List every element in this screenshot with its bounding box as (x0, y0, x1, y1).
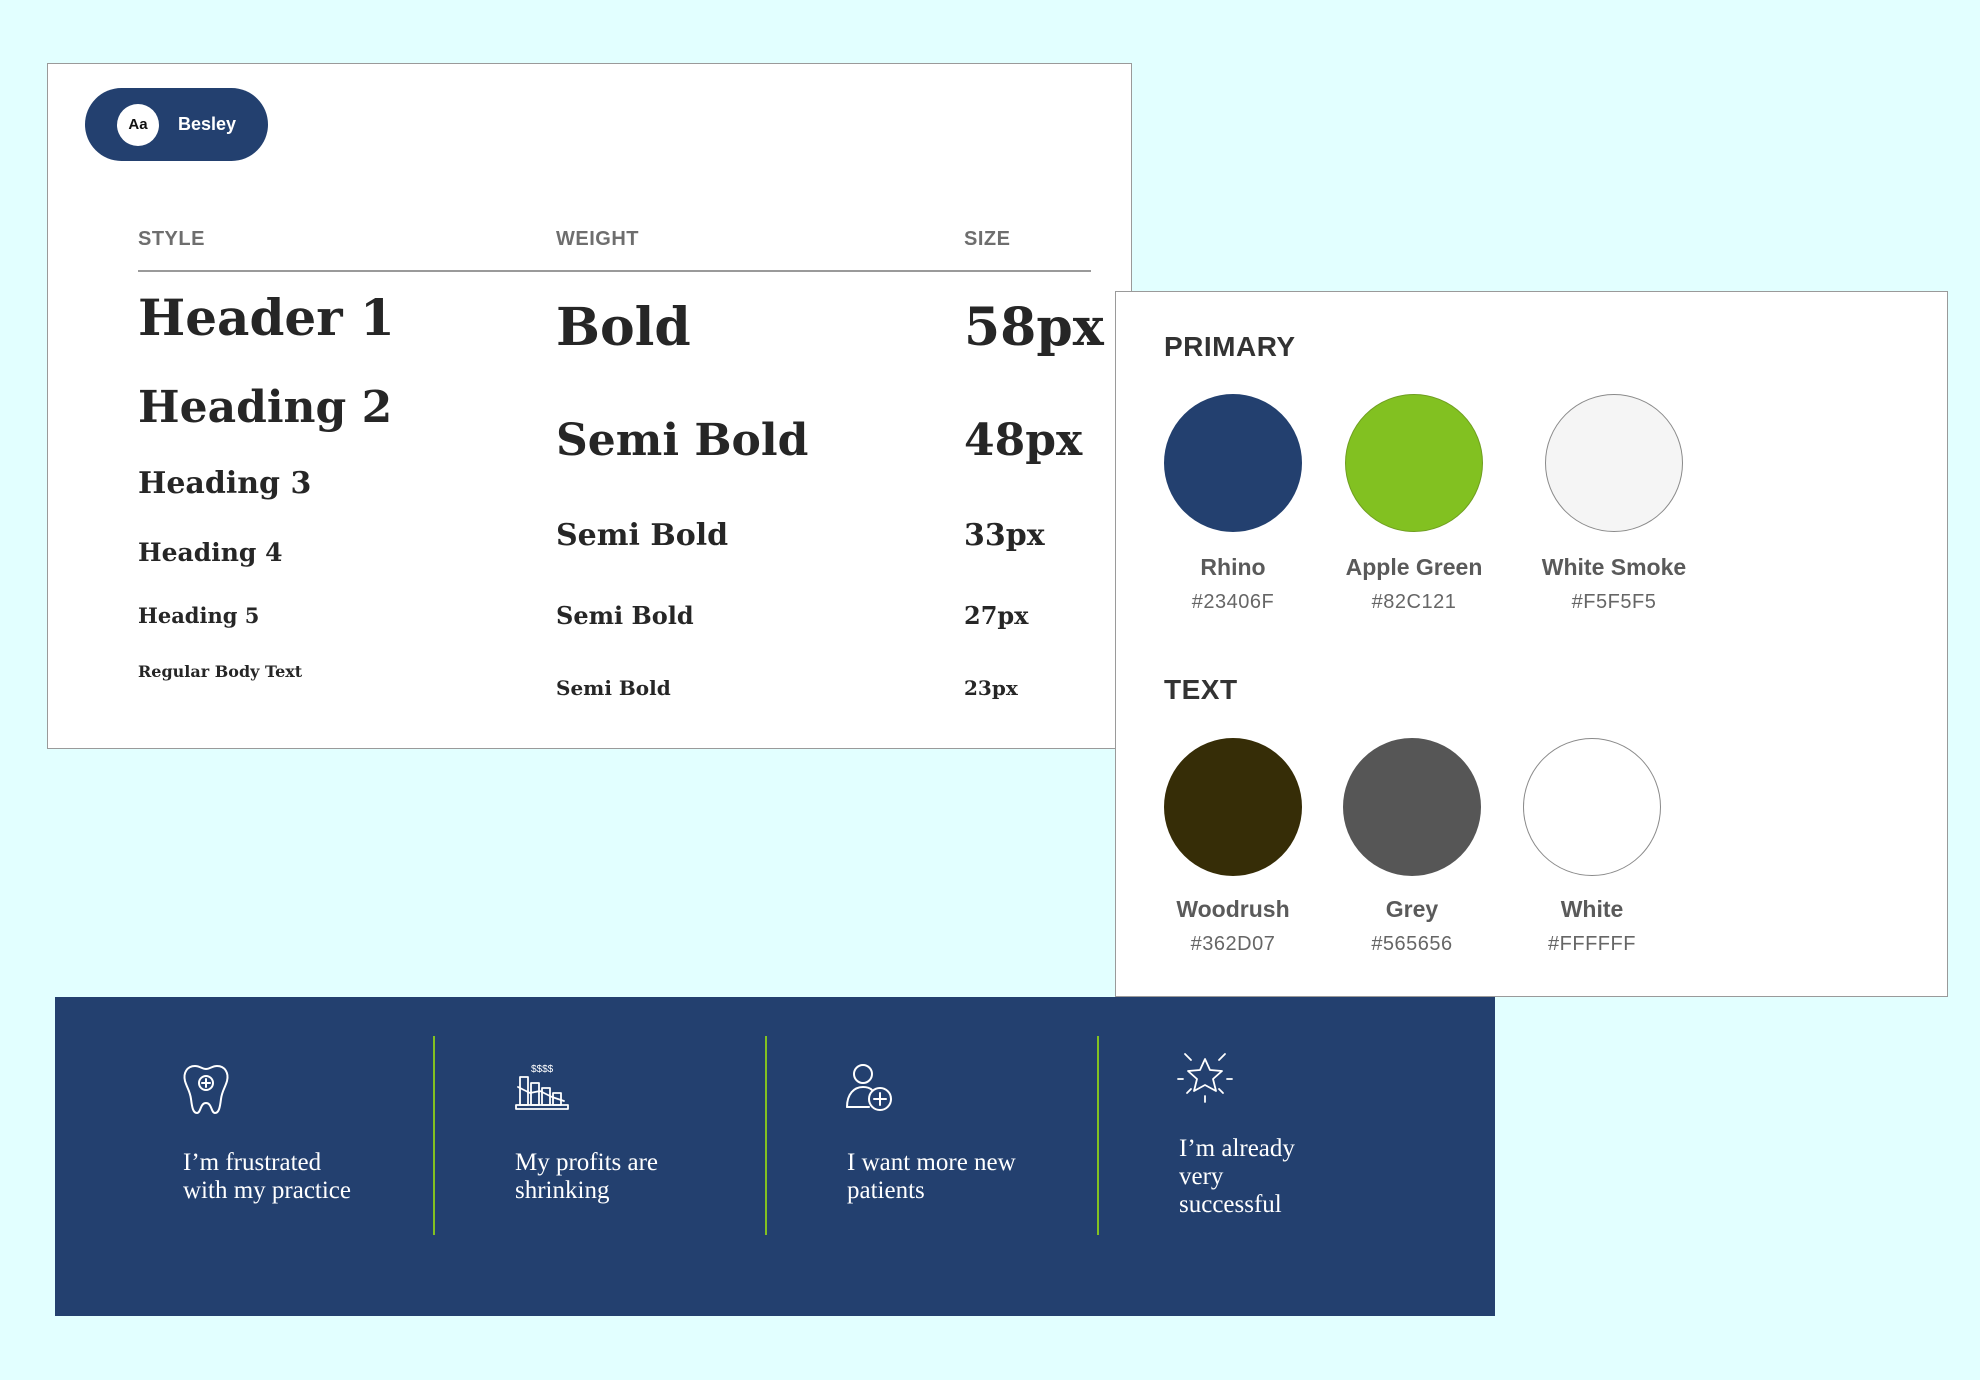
sparkling-star-icon (1177, 1053, 1233, 1103)
size-heading-3: 33px (964, 518, 1045, 553)
weight-header-1: Bold (556, 297, 691, 358)
size-heading-2: 48px (964, 415, 1083, 466)
font-family-pill[interactable]: Aa Besley (85, 88, 268, 161)
weight-heading-4: Semi Bold (556, 601, 694, 630)
problem-divider (765, 1036, 767, 1235)
swatch-name: White (1560, 896, 1624, 922)
swatch-hex: #F5F5F5 (1571, 591, 1657, 613)
problem-text-line: successful (1179, 1191, 1282, 1218)
swatch-name: White Smoke (1541, 554, 1687, 580)
svg-text:$$$$: $$$$ (531, 1064, 554, 1075)
problem-divider (1097, 1036, 1099, 1235)
size-column-header: SIZE (964, 228, 1011, 250)
problem-text-line: patients (847, 1177, 925, 1204)
font-badge: Aa (117, 103, 159, 146)
typography-card: Aa Besley STYLE WEIGHT SIZE Header 1 Hea… (47, 63, 1132, 749)
problem-text-line: shrinking (515, 1177, 610, 1204)
problems-band: I’m frustrated with my practice $$$$ My … (55, 997, 1495, 1316)
size-heading-4: 27px (964, 601, 1029, 630)
problem-divider (433, 1036, 435, 1235)
problem-text: I’m already very successful (1179, 1135, 1479, 1219)
problem-text-line: very (1179, 1163, 1224, 1190)
problem-text: My profits are shrinking (515, 1149, 815, 1205)
style-header-1: Header 1 (138, 288, 395, 347)
problem-text-line: with my practice (183, 1177, 351, 1204)
size-heading-5: 23px (964, 676, 1018, 700)
weight-heading-5: Semi Bold (556, 676, 671, 700)
add-patient-icon (846, 1064, 892, 1111)
swatch-white-smoke[interactable] (1545, 394, 1683, 532)
weight-heading-2: Semi Bold (556, 415, 809, 466)
size-header-1: 58px (964, 297, 1104, 358)
swatch-woodrush[interactable] (1164, 738, 1302, 876)
style-body-text: Regular Body Text (138, 662, 303, 681)
style-heading-2: Heading 2 (138, 382, 393, 433)
problem-text-line: I’m frustrated (183, 1149, 322, 1176)
color-palette-card: PRIMARY Rhino #23406F Apple Green #82C12… (1115, 291, 1948, 997)
weight-column-header: WEIGHT (556, 228, 639, 250)
problem-text-line: My profits are (515, 1149, 659, 1176)
problem-text: I want more new patients (847, 1149, 1147, 1205)
swatch-apple-green[interactable] (1345, 394, 1483, 532)
style-heading-5: Heading 5 (138, 603, 260, 628)
style-column-header: STYLE (138, 228, 205, 250)
shrinking-profits-chart-icon: $$$$ (515, 1064, 569, 1110)
problem-text: I’m frustrated with my practice (183, 1149, 483, 1205)
problem-text-line: I want more new (847, 1149, 1016, 1176)
weight-heading-3: Semi Bold (556, 518, 729, 553)
style-heading-3: Heading 3 (138, 466, 312, 501)
swatch-hex: #FFFFFF (1548, 933, 1636, 955)
primary-colors-title: PRIMARY (1164, 331, 1296, 362)
header-divider (138, 270, 1091, 272)
style-heading-4: Heading 4 (138, 538, 283, 567)
tooth-icon (183, 1065, 229, 1114)
problem-text-line: I’m already (1179, 1135, 1295, 1162)
swatch-white[interactable] (1523, 738, 1661, 876)
font-name: Besley (178, 114, 237, 134)
text-colors-title: TEXT (1164, 674, 1238, 705)
swatch-rhino[interactable] (1164, 394, 1302, 532)
swatch-grey[interactable] (1343, 738, 1481, 876)
